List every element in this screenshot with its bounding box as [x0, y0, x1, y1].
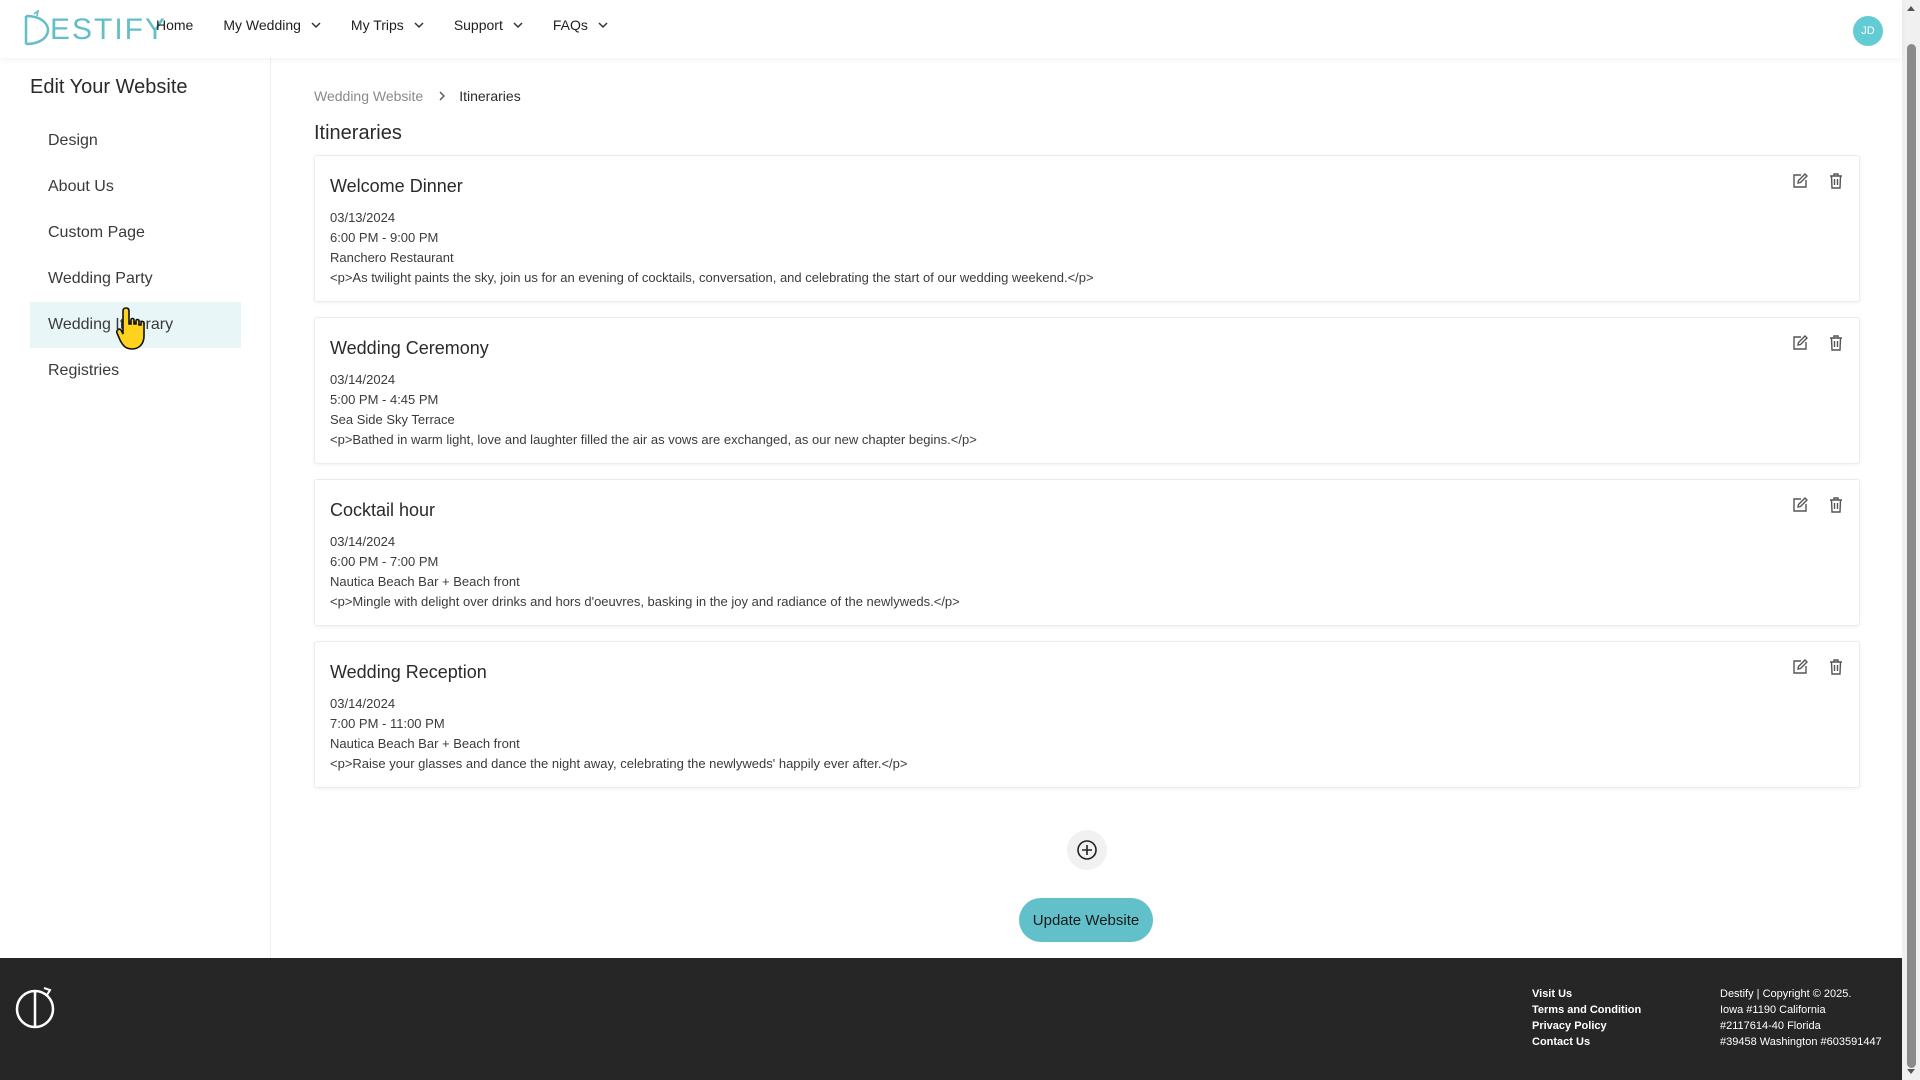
plus-circle-icon — [1077, 840, 1097, 860]
sidebar: Edit Your Website Design About Us Custom… — [0, 58, 271, 958]
event-title: Welcome Dinner — [330, 176, 463, 196]
trash-icon[interactable] — [1827, 496, 1845, 514]
edit-icon[interactable] — [1791, 334, 1809, 352]
card-actions — [1791, 658, 1845, 676]
chevron-down-icon — [513, 22, 523, 29]
card-actions — [1791, 172, 1845, 190]
sidebar-item-about-us[interactable]: About Us — [30, 164, 241, 210]
breadcrumb-current: Itineraries — [459, 88, 521, 104]
footer-info: Destify | Copyright © 2025. Iowa #1190 C… — [1720, 986, 1882, 1050]
edit-icon[interactable] — [1791, 172, 1809, 190]
user-avatar[interactable]: JD — [1853, 16, 1883, 46]
event-date: 03/14/2024 — [330, 534, 396, 549]
update-website-button[interactable]: Update Website — [1019, 898, 1153, 942]
page-scrollbar[interactable] — [1902, 0, 1920, 1080]
scroll-down-arrow-icon[interactable] — [1906, 1066, 1916, 1076]
event-date: 03/14/2024 — [330, 372, 396, 387]
trash-icon[interactable] — [1827, 658, 1845, 676]
card-actions — [1791, 496, 1845, 514]
trash-icon[interactable] — [1827, 334, 1845, 352]
event-details: 03/14/2024 6:00 PM - 7:00 PM Nautica Bea… — [330, 532, 960, 612]
event-time: 6:00 PM - 7:00 PM — [330, 554, 439, 569]
sidebar-item-wedding-party[interactable]: Wedding Party — [30, 256, 241, 302]
event-details: 03/14/2024 7:00 PM - 11:00 PM Nautica Be… — [330, 694, 908, 774]
scrollbar-thumb[interactable] — [1907, 44, 1916, 1068]
nav-home-label: Home — [156, 17, 194, 33]
nav-support-label: Support — [453, 17, 503, 33]
main-nav: Home My Wedding My Trips Support FAQs — [156, 17, 638, 33]
event-date: 03/14/2024 — [330, 696, 396, 711]
logo-text: ESTIFY — [50, 13, 168, 46]
nav-my-trips-label: My Trips — [350, 17, 404, 33]
nav-my-trips[interactable]: My Trips — [351, 17, 424, 33]
footer: Visit Us Terms and Condition Privacy Pol… — [0, 958, 1902, 1080]
footer-license-line: Iowa #1190 California — [1720, 1004, 1826, 1016]
destify-logo-icon — [24, 10, 50, 46]
edit-icon[interactable] — [1791, 496, 1809, 514]
footer-links: Visit Us Terms and Condition Privacy Pol… — [1532, 986, 1641, 1050]
event-location: Ranchero Restaurant — [330, 250, 454, 265]
footer-license-line: #2117614-40 Florida — [1720, 1020, 1821, 1032]
nav-support[interactable]: Support — [454, 17, 523, 33]
chevron-down-icon — [598, 22, 608, 29]
nav-my-wedding[interactable]: My Wedding — [223, 17, 321, 33]
card-actions — [1791, 334, 1845, 352]
footer-copyright: Destify | Copyright © 2025. — [1720, 988, 1852, 1000]
chevron-down-icon — [311, 22, 321, 29]
footer-license-line: #39458 Washington #603591447 — [1720, 1036, 1882, 1048]
footer-link-terms[interactable]: Terms and Condition — [1532, 1002, 1641, 1018]
itinerary-card: Cocktail hour 03/14/2024 6:00 PM - 7:00 … — [314, 479, 1860, 626]
edit-icon[interactable] — [1791, 658, 1809, 676]
nav-faqs-label: FAQs — [552, 17, 588, 33]
footer-link-privacy[interactable]: Privacy Policy — [1532, 1018, 1641, 1034]
page-title: Itineraries — [314, 122, 402, 144]
footer-link-contact[interactable]: Contact Us — [1532, 1034, 1641, 1050]
chevron-down-icon — [414, 22, 424, 29]
event-description: <p>Bathed in warm light, love and laught… — [330, 432, 977, 447]
event-time: 5:00 PM - 4:45 PM — [330, 392, 439, 407]
nav-my-wedding-label: My Wedding — [223, 17, 301, 33]
chevron-right-icon — [439, 91, 446, 101]
event-details: 03/13/2024 6:00 PM - 9:00 PM Ranchero Re… — [330, 208, 1094, 288]
nav-faqs[interactable]: FAQs — [553, 17, 608, 33]
scroll-up-arrow-icon[interactable] — [1906, 4, 1916, 14]
sidebar-menu: Design About Us Custom Page Wedding Part… — [30, 118, 241, 394]
breadcrumb: Wedding Website Itineraries — [314, 88, 521, 104]
event-description: <p>Raise your glasses and dance the nigh… — [330, 756, 908, 771]
nav-home[interactable]: Home — [156, 17, 193, 33]
event-location: Nautica Beach Bar + Beach front — [330, 574, 520, 589]
sidebar-item-registries[interactable]: Registries — [30, 348, 241, 394]
event-time: 6:00 PM - 9:00 PM — [330, 230, 439, 245]
event-title: Wedding Reception — [330, 662, 487, 682]
breadcrumb-parent[interactable]: Wedding Website — [314, 88, 423, 104]
sidebar-item-custom-page[interactable]: Custom Page — [30, 210, 241, 256]
event-details: 03/14/2024 5:00 PM - 4:45 PM Sea Side Sk… — [330, 370, 977, 450]
sidebar-item-design[interactable]: Design — [30, 118, 241, 164]
event-location: Nautica Beach Bar + Beach front — [330, 736, 520, 751]
event-title: Cocktail hour — [330, 500, 436, 520]
hand-pointer-cursor-icon — [116, 307, 145, 350]
trash-icon[interactable] — [1827, 172, 1845, 190]
event-description: <p>As twilight paints the sky, join us f… — [330, 270, 1094, 285]
event-date: 03/13/2024 — [330, 210, 396, 225]
sidebar-title: Edit Your Website — [30, 76, 188, 98]
itinerary-card: Wedding Reception 03/14/2024 7:00 PM - 1… — [314, 641, 1860, 788]
footer-link-visit-us[interactable]: Visit Us — [1532, 986, 1641, 1002]
top-navbar: ESTIFY Home My Wedding My Trips Support … — [0, 0, 1902, 58]
add-itinerary-button[interactable] — [1067, 830, 1107, 870]
itinerary-card: Welcome Dinner 03/13/2024 6:00 PM - 9:00… — [314, 155, 1860, 302]
event-location: Sea Side Sky Terrace — [330, 412, 455, 427]
event-time: 7:00 PM - 11:00 PM — [330, 716, 445, 731]
destify-logo[interactable]: ESTIFY — [14, 10, 167, 50]
destify-footer-logo-icon[interactable] — [14, 984, 60, 1030]
itinerary-card: Wedding Ceremony 03/14/2024 5:00 PM - 4:… — [314, 317, 1860, 464]
event-description: <p>Mingle with delight over drinks and h… — [330, 594, 960, 609]
event-title: Wedding Ceremony — [330, 338, 489, 358]
